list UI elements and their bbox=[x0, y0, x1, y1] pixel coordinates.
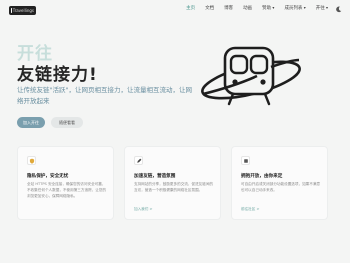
site-logo[interactable]: Travellings bbox=[9, 6, 36, 15]
feature-description: 支持网站的分享，鼓励更多的交流，促进友链间的互访，营造一个积极健康的网络社区氛围… bbox=[134, 182, 214, 192]
feature-description: 可自由开启或关闭部分功能设置选项，如果不满意也可以自己动手来改。 bbox=[241, 182, 321, 192]
nav-item-blog[interactable]: 博客 bbox=[224, 5, 233, 11]
feature-title: 隐私保护，安全无忧 bbox=[27, 174, 69, 179]
nav-item-docs[interactable]: 文档 bbox=[205, 5, 214, 11]
nav-item-home[interactable]: 主页 bbox=[186, 5, 195, 11]
feature-card-privacy: 隐私保护，安全无忧 全站 HTTPS 安全连接，确保您的访问安全可靠，不收集任何… bbox=[17, 146, 114, 220]
logo-mark bbox=[11, 8, 12, 13]
feature-title: 加速友链，营造氛围 bbox=[134, 174, 176, 179]
community-link[interactable]: 前往社区 > bbox=[241, 207, 260, 212]
train-illustration bbox=[201, 46, 301, 106]
join-button[interactable]: 加入开往 bbox=[17, 117, 45, 128]
logo-text: Travellings bbox=[12, 8, 34, 13]
pen-icon bbox=[134, 156, 143, 165]
nav-item-travel[interactable]: 开往 bbox=[316, 5, 328, 11]
shield-icon bbox=[27, 156, 36, 165]
feature-card-open: 拥抱开放，由你来定 可自由开启或关闭部分功能设置选项，如果不满意也可以自己动手来… bbox=[231, 146, 328, 220]
top-navigation-bar: Travellings 主页 文档 博客 动画 赞助 成员列表 开往 bbox=[0, 0, 350, 20]
feature-description: 全站 HTTPS 安全连接，确保您的访问安全可靠，不收集任何个人数据，不使用第三… bbox=[27, 182, 107, 198]
hero-subtitle: 让传统友链"活跃"，让网页相互接力，让流量相互流动，让网络开放起来 bbox=[17, 86, 192, 105]
nav-menu: 主页 文档 博客 动画 赞助 成员列表 开往 bbox=[186, 5, 328, 11]
nav-item-members[interactable]: 成员列表 bbox=[284, 5, 305, 11]
hero-title: 友链接力! bbox=[17, 65, 98, 85]
moon-icon[interactable] bbox=[334, 5, 342, 13]
feature-card-links: 加速友链，营造氛围 支持网站的分享，鼓励更多的交流，促进友链间的互访，营造一个积… bbox=[124, 146, 221, 220]
feature-title: 拥抱开放，由你来定 bbox=[241, 174, 283, 179]
random-visit-button[interactable]: 随便看看 bbox=[51, 117, 83, 128]
nav-item-animation[interactable]: 动画 bbox=[243, 5, 252, 11]
join-us-link[interactable]: 加入我们 > bbox=[134, 207, 153, 212]
nav-item-sponsor[interactable]: 赞助 bbox=[262, 5, 274, 11]
globe-icon bbox=[241, 156, 250, 165]
